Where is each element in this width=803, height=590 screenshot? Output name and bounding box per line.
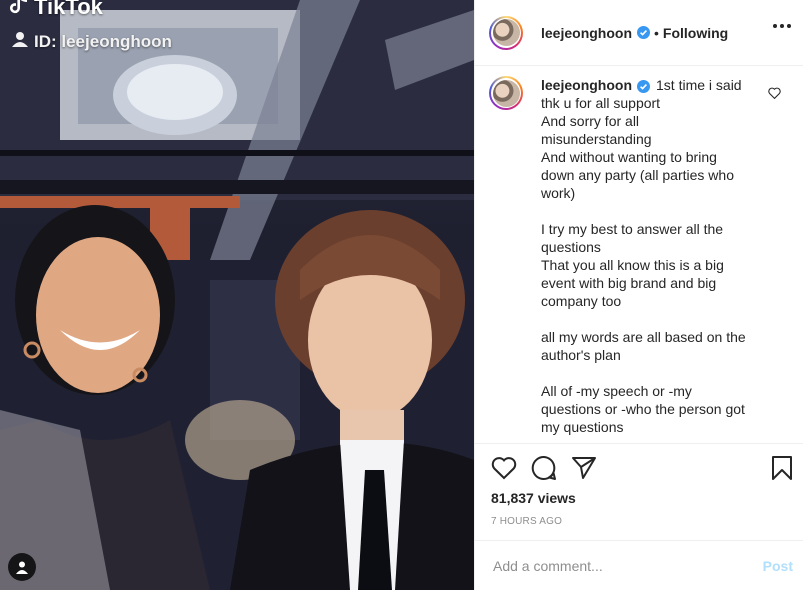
tiktok-id-text: ID: leejeonghoon bbox=[34, 31, 172, 51]
comment-box: Post bbox=[475, 540, 803, 590]
caption: leejeonghoon 1st time i said thk u for a… bbox=[475, 66, 803, 436]
view-count[interactable]: 81,837 views bbox=[491, 490, 576, 506]
tiktok-watermark: TikTok bbox=[8, 0, 103, 22]
tiktok-note-icon bbox=[8, 0, 28, 22]
avatar[interactable] bbox=[489, 15, 523, 50]
verified-badge-icon bbox=[637, 26, 650, 39]
tiktok-brand-label: TikTok bbox=[34, 0, 103, 19]
heart-icon[interactable] bbox=[491, 456, 517, 480]
caption-body: leejeonghoon 1st time i said thk u for a… bbox=[541, 76, 746, 436]
header-username[interactable]: leejeonghoon bbox=[541, 25, 632, 41]
user-icon bbox=[12, 31, 28, 52]
following-button[interactable]: Following bbox=[663, 25, 728, 41]
video-frame bbox=[0, 0, 474, 590]
comments-area[interactable]: leejeonghoon 1st time i said thk u for a… bbox=[475, 66, 803, 444]
more-horizontal-icon[interactable] bbox=[773, 24, 791, 28]
caption-text: 1st time i said thk u for all support An… bbox=[541, 77, 746, 435]
caption-like-icon[interactable] bbox=[768, 86, 781, 104]
post-timestamp[interactable]: 7 HOURS AGO bbox=[491, 516, 562, 527]
action-bar bbox=[475, 454, 803, 482]
tiktok-id-label: ID: leejeonghoon bbox=[12, 31, 172, 52]
post-media[interactable]: TikTok ID: leejeonghoon bbox=[0, 0, 474, 590]
comment-input[interactable] bbox=[491, 556, 763, 575]
caption-username[interactable]: leejeonghoon bbox=[541, 77, 632, 93]
bookmark-icon[interactable] bbox=[771, 456, 793, 485]
post-header: leejeonghoon • Following bbox=[475, 0, 803, 66]
caption-avatar[interactable] bbox=[489, 76, 523, 110]
verified-badge-icon bbox=[637, 79, 650, 93]
comment-icon[interactable] bbox=[531, 455, 557, 481]
post-button[interactable]: Post bbox=[763, 558, 793, 574]
tag-user-icon[interactable] bbox=[8, 553, 36, 581]
header-separator: • bbox=[654, 24, 659, 41]
share-icon[interactable] bbox=[571, 456, 597, 480]
post-side-panel: leejeonghoon • Following leejeonghoon 1s… bbox=[474, 0, 803, 590]
